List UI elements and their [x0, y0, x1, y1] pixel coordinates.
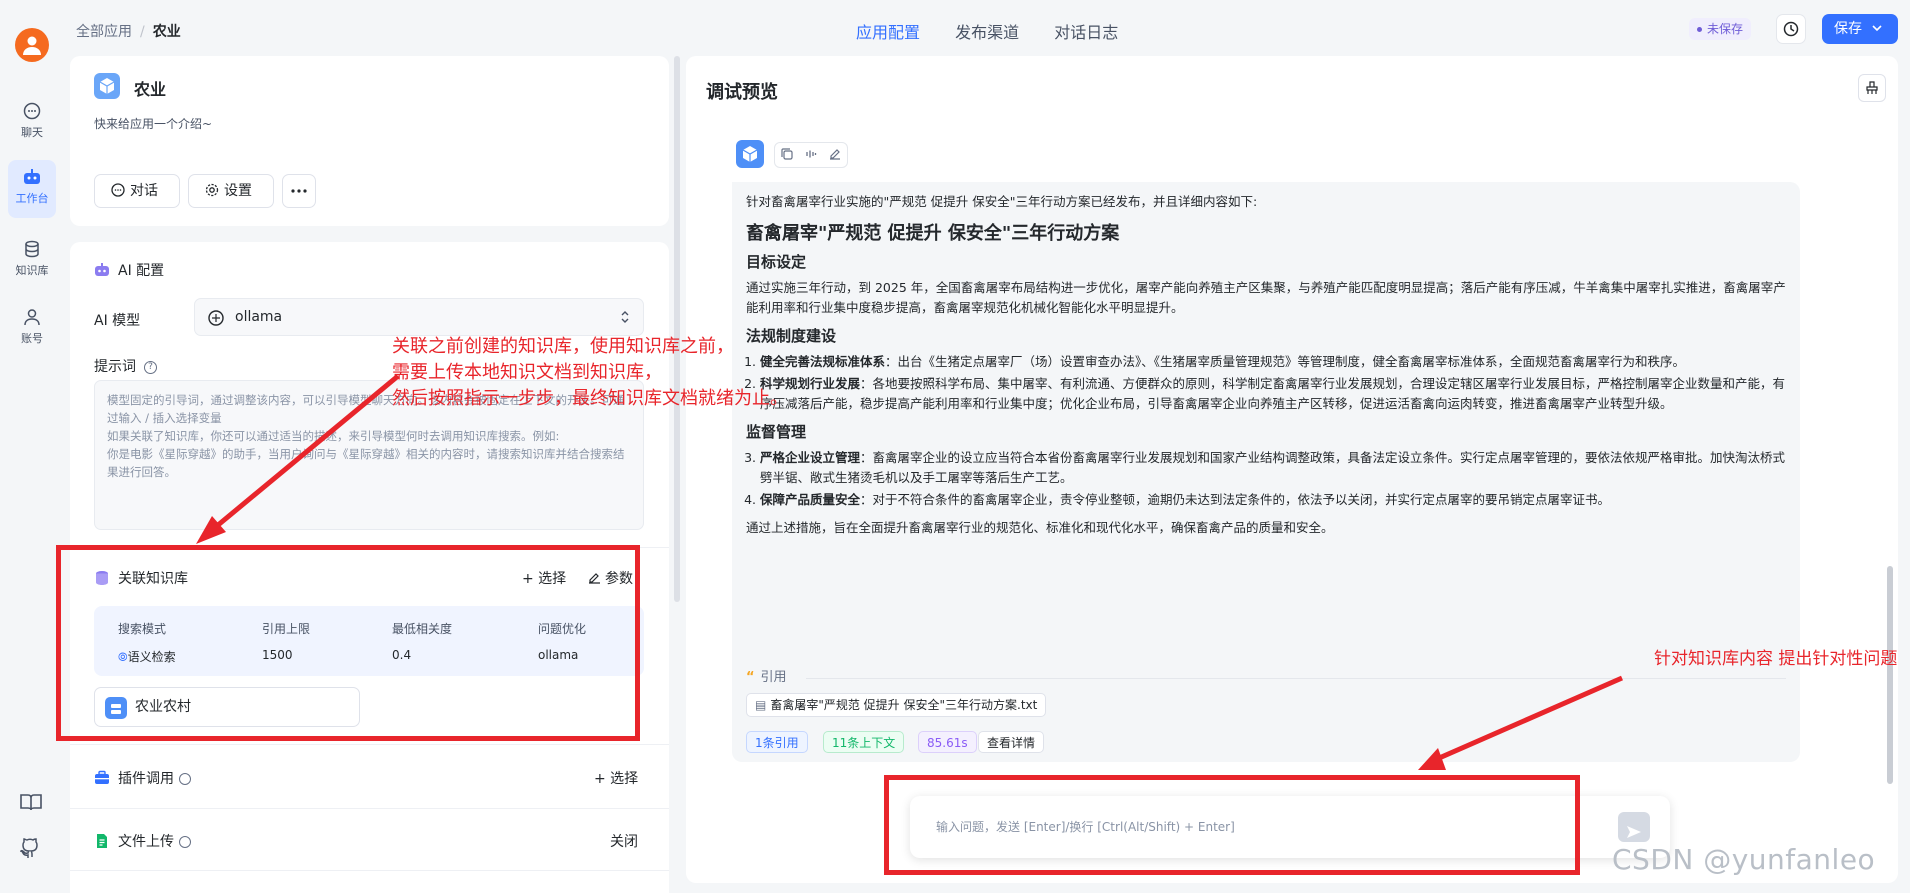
watermark: CSDN @yunfanleo — [1612, 843, 1876, 876]
annotation-arrow-right — [1428, 675, 1624, 765]
annotation-arrows — [196, 374, 1624, 770]
annotation-arrow-left — [204, 374, 400, 537]
annotation-arrowhead-right — [1418, 748, 1446, 770]
